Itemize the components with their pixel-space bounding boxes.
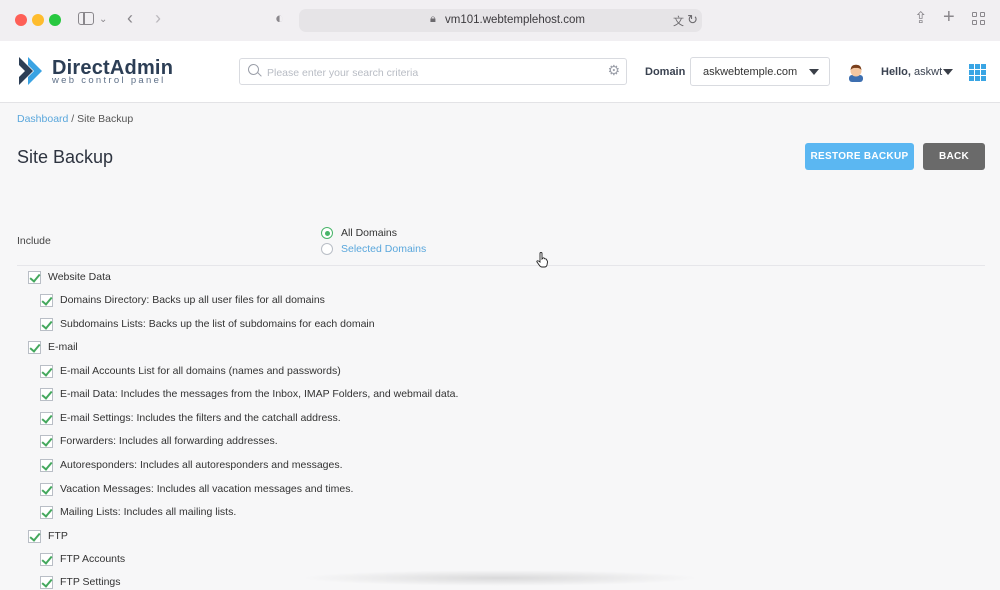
greeting-text: Hello,	[881, 66, 911, 78]
search-input[interactable]	[265, 63, 599, 82]
domain-select-value: askwebtemple.com	[703, 66, 798, 78]
reload-icon[interactable]: ↻	[687, 12, 698, 28]
domain-label: Domain	[645, 66, 686, 78]
username: askwt	[914, 66, 943, 78]
hand-cursor-icon	[536, 252, 548, 268]
radio-button-checked[interactable]	[321, 227, 333, 239]
breadcrumb: Dashboard / Site Backup	[17, 113, 133, 125]
gear-icon[interactable]: ⚙	[607, 62, 620, 79]
apps-grid-icon[interactable]	[969, 64, 986, 81]
search-box[interactable]: ⚙	[239, 58, 627, 85]
close-window-button[interactable]	[15, 14, 27, 26]
checkbox-checked[interactable]	[28, 530, 41, 543]
checkbox-checked[interactable]	[40, 435, 53, 448]
checkbox-label: Website Data	[48, 271, 111, 283]
lock-icon: 🔒︎	[430, 13, 436, 25]
bottom-shadow	[300, 570, 700, 586]
checkbox-label: E-mail Settings: Includes the filters an…	[60, 412, 341, 424]
chevron-down-icon	[809, 69, 819, 75]
radio-label: All Domains	[341, 227, 398, 239]
forward-arrow-icon[interactable]: ›	[155, 9, 161, 27]
checkbox-label: FTP Accounts	[60, 553, 126, 565]
zoom-window-button[interactable]	[49, 14, 61, 26]
checkbox-checked[interactable]	[40, 483, 53, 496]
user-greeting[interactable]: Hello, askwt	[881, 66, 942, 78]
domain-select[interactable]: askwebtemple.com	[690, 57, 830, 86]
checkbox-checked[interactable]	[40, 553, 53, 566]
breadcrumb-current: Site Backup	[77, 113, 134, 125]
user-menu-chevron-icon[interactable]	[943, 69, 953, 75]
radio-all-domains[interactable]: All Domains	[321, 227, 441, 241]
checkbox-checked[interactable]	[28, 271, 41, 284]
brand-tagline: web control panel	[52, 75, 166, 86]
translate-icon[interactable]: 文	[673, 13, 684, 29]
breadcrumb-separator: /	[68, 113, 78, 125]
directadmin-logo-icon[interactable]	[17, 55, 47, 87]
checkbox-checked[interactable]	[40, 388, 53, 401]
checkbox-checked[interactable]	[40, 318, 53, 331]
url-text: vm101.webtemplehost.com	[445, 14, 585, 26]
radio-button[interactable]	[321, 243, 333, 255]
checkbox-checked[interactable]	[40, 365, 53, 378]
tab-overview-icon[interactable]	[972, 12, 986, 26]
app-header: DirectAdmin web control panel ⚙ Domain a…	[0, 41, 1000, 103]
avatar[interactable]	[846, 62, 866, 82]
checkbox-label: E-mail Accounts List for all domains (na…	[60, 365, 341, 377]
search-icon	[248, 64, 259, 75]
checkbox-label: FTP Settings	[60, 576, 121, 588]
address-bar[interactable]: 🔒︎ vm101.webtemplehost.com 文 ↻	[299, 9, 702, 32]
checkbox-label: FTP	[48, 530, 68, 542]
chevron-down-icon[interactable]: ⌄	[99, 12, 107, 28]
back-button[interactable]: BACK	[923, 143, 985, 170]
sidebar-toggle-icon[interactable]	[78, 12, 94, 25]
checkbox-label: E-mail	[48, 341, 78, 353]
page-title: Site Backup	[17, 147, 114, 167]
checkbox-label: Subdomains Lists: Backs up the list of s…	[60, 318, 375, 330]
checkbox-checked[interactable]	[40, 294, 53, 307]
breadcrumb-dashboard-link[interactable]: Dashboard	[17, 113, 68, 125]
include-label: Include	[17, 235, 51, 247]
checkbox-checked[interactable]	[40, 459, 53, 472]
minimize-window-button[interactable]	[32, 14, 44, 26]
checkbox-checked[interactable]	[40, 576, 53, 589]
restore-backup-button[interactable]: RESTORE BACKUP	[805, 143, 914, 170]
checkbox-label: Mailing Lists: Includes all mailing list…	[60, 506, 237, 518]
checkbox-label: Forwarders: Includes all forwarding addr…	[60, 435, 278, 447]
new-tab-icon[interactable]: +	[943, 7, 955, 27]
checkbox-label: E-mail Data: Includes the messages from …	[60, 388, 459, 400]
checkbox-checked[interactable]	[40, 412, 53, 425]
checkbox-label: Domains Directory: Backs up all user fil…	[60, 294, 325, 306]
radio-label: Selected Domains	[341, 243, 427, 255]
checkbox-checked[interactable]	[40, 506, 53, 519]
divider	[17, 265, 985, 266]
back-arrow-icon[interactable]: ‹	[127, 9, 133, 27]
browser-toolbar: ⌄ ‹ › ◐ 🔒︎ vm101.webtemplehost.com 文 ↻ ⇪…	[0, 0, 1000, 42]
checkbox-label: Autoresponders: Includes all autorespond…	[60, 459, 343, 471]
checkbox-label: Vacation Messages: Includes all vacation…	[60, 483, 354, 495]
radio-selected-domains[interactable]: Selected Domains	[321, 243, 461, 257]
privacy-shield-icon[interactable]: ◐	[275, 11, 284, 27]
share-icon[interactable]: ⇪	[914, 11, 927, 27]
checkbox-checked[interactable]	[28, 341, 41, 354]
